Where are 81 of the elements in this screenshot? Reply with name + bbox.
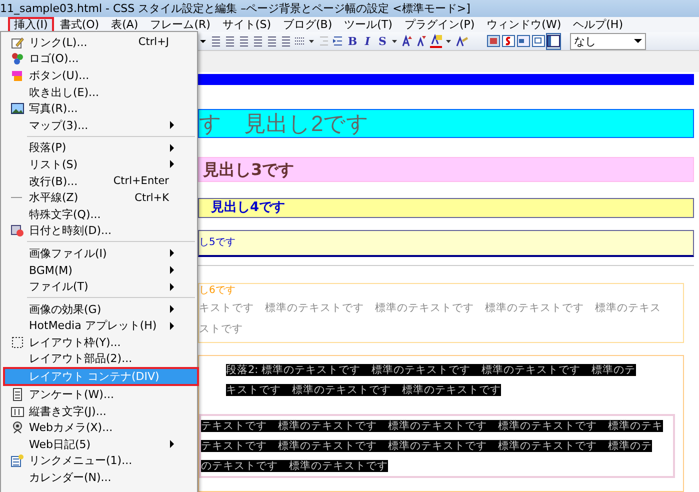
- submenu-arrow-icon: [170, 440, 175, 448]
- align-icon[interactable]: [280, 34, 292, 48]
- menu-entry[interactable]: HotMedia アプレット(H): [3, 318, 185, 334]
- dotted-frame-icon: [11, 336, 24, 349]
- selected-text: のテキストです 標準のテキストです: [201, 460, 388, 472]
- selected-text: キストです 標準のテキストです 標準のテキストです: [226, 384, 501, 396]
- selected-text: テキストです 標準のテキストです 標準のテキストです 標準のテキストです 標準のテ: [201, 440, 652, 452]
- align-icon[interactable]: [252, 34, 264, 48]
- menu-entry[interactable]: 水平線(Z) Ctrl+K: [3, 189, 185, 206]
- form-icon: [11, 388, 24, 402]
- line-icon: [11, 197, 22, 198]
- menu-entry[interactable]: 画像の効果(G): [3, 300, 185, 318]
- menu-entry[interactable]: ボタン(U)...: [3, 67, 185, 84]
- dropdown-caret-icon: [634, 38, 642, 44]
- font-size-up-icon[interactable]: [401, 34, 413, 48]
- menu-item[interactable]: ヘルプ(H): [567, 16, 629, 32]
- menu-item[interactable]: フレーム(R): [144, 16, 216, 32]
- list-icon: [11, 454, 24, 468]
- align-icon[interactable]: [266, 34, 278, 48]
- style-select[interactable]: なし: [570, 32, 646, 50]
- menu-entry[interactable]: 改行(B)... Ctrl+Enter: [3, 172, 185, 190]
- menu-entry[interactable]: 特殊文字(Q)...: [3, 206, 185, 223]
- heading-5: し5です: [198, 230, 694, 257]
- selected-text: テキストです 標準のテキストです 標準のテキストです 標準のテキストです 標準のテキ: [201, 420, 663, 432]
- bold-button[interactable]: B: [346, 34, 359, 48]
- align-icon[interactable]: [224, 34, 236, 48]
- menu-item[interactable]: ブログ(B): [277, 16, 338, 32]
- font-size-down-icon[interactable]: [415, 34, 427, 48]
- menu-item[interactable]: サイト(S): [216, 16, 277, 32]
- menu-entry[interactable]: 縦書き文字(J)...: [3, 402, 185, 420]
- italic-button[interactable]: I: [361, 34, 374, 48]
- menu-entry[interactable]: リンク(L)... Ctrl+J: [3, 34, 185, 51]
- photo-icon: [11, 102, 24, 116]
- menu-entry[interactable]: Webカメラ(X)...: [3, 419, 185, 436]
- align-icon[interactable]: [210, 34, 222, 48]
- image-icon[interactable]: [487, 34, 500, 48]
- menu-entry[interactable]: Web日記(5): [3, 436, 185, 453]
- menu-entry[interactable]: 段落(P): [3, 140, 185, 156]
- button-icon: [11, 68, 24, 82]
- menu-entry[interactable]: 吹き出し(E)...: [3, 84, 185, 100]
- heading-3: 見出し3です: [198, 157, 694, 182]
- menu-entry[interactable]: アンケート(W)...: [3, 386, 185, 403]
- menu-entry[interactable]: リンクメニュー(1)...: [3, 452, 185, 470]
- menu-entry[interactable]: レイアウト枠(Y)...: [3, 334, 185, 351]
- window-icon[interactable]: [517, 34, 530, 48]
- heading-2: す 見出し2です: [198, 109, 694, 138]
- menu-entry[interactable]: BGM(M): [3, 262, 185, 278]
- window-title: 11_sample03.html - CSS スタイル設定と編集 –ページ背景とページ幅の設定 <標準モード>]: [0, 1, 470, 16]
- heading-6: し6です: [199, 284, 236, 298]
- vertical-text-icon: [11, 404, 24, 418]
- selected-text: 段落2: 標準のテキストです 標準のテキストです 標準のテキストです 標準のテ: [226, 364, 636, 376]
- strikethrough-button[interactable]: S: [376, 34, 389, 48]
- menu-entry[interactable]: ロゴ(O)...: [3, 50, 185, 68]
- dots-icon: [11, 52, 24, 66]
- frame-icon[interactable]: [532, 34, 545, 48]
- calendar-clock-icon: [11, 224, 24, 238]
- menu-entry[interactable]: レイアウト部品(2)...: [3, 350, 185, 368]
- panel-icon[interactable]: [547, 34, 560, 48]
- menu-entry[interactable]: マップ(3)...: [3, 116, 185, 134]
- menu-entry[interactable]: カレンダー(N)...: [3, 469, 185, 486]
- body-text: ストです: [199, 322, 244, 337]
- heading-4: 見出し4です: [198, 198, 694, 218]
- body-text: キストです 標準のテキストです 標準のテキストです 標準のテキストです 標準のテキス: [199, 301, 662, 316]
- indent-icon[interactable]: [332, 34, 344, 48]
- menu-item[interactable]: 書式(O): [54, 16, 106, 32]
- pencil-icon: [11, 36, 24, 49]
- align-icon[interactable]: [238, 34, 250, 48]
- font-color-icon[interactable]: [429, 34, 443, 48]
- menu-entry[interactable]: 写真(R)...: [3, 100, 185, 117]
- menu-entry[interactable]: リスト(S): [3, 156, 185, 173]
- menu-entry[interactable]: 画像ファイル(I): [3, 245, 185, 262]
- camera-icon: [11, 421, 24, 434]
- menu-item[interactable]: ツール(T): [338, 16, 398, 32]
- submenu-arrow-icon: [170, 121, 175, 130]
- menu-item[interactable]: プラグイン(P): [398, 16, 481, 32]
- menu-entry[interactable]: ファイル(T): [3, 278, 185, 295]
- menu-entry[interactable]: 日付と時刻(D)...: [3, 222, 185, 240]
- menu-item[interactable]: ウィンドウ(W): [480, 16, 568, 32]
- highlight-icon[interactable]: [455, 34, 469, 48]
- script-icon[interactable]: [502, 34, 515, 48]
- menu-item[interactable]: 表(A): [105, 16, 144, 32]
